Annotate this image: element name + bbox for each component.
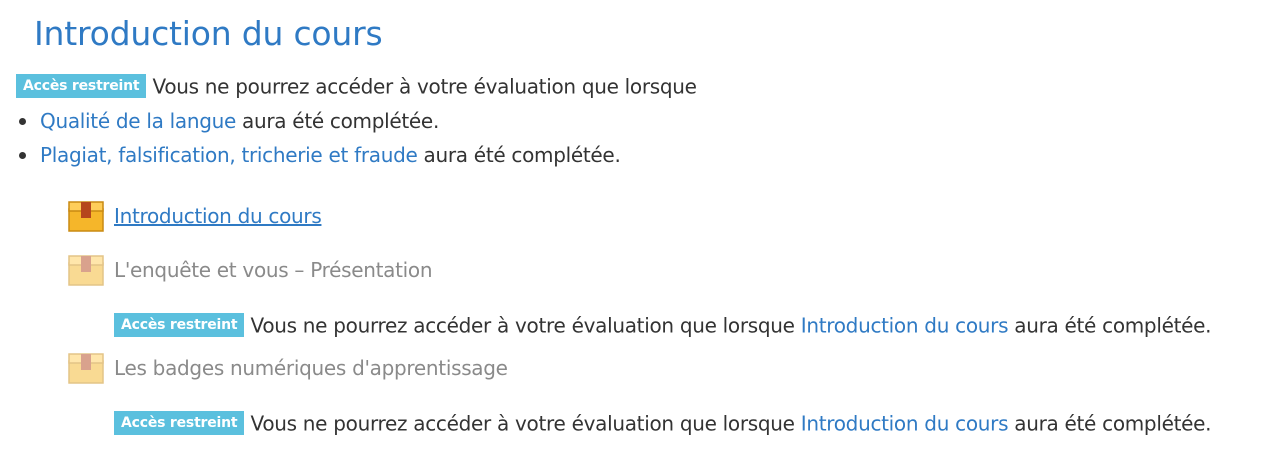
package-icon [68, 353, 104, 384]
activity-enquete-et-vous: L'enquête et vous – Présentation [68, 253, 433, 287]
restricted-access-badge: Accès restreint [114, 410, 245, 435]
condition-suffix: aura été complétée. [235, 109, 439, 133]
condition-suffix: aura été complétée. [417, 143, 621, 167]
restriction-link[interactable]: Introduction du cours [801, 412, 1009, 436]
restriction-text-before: Vous ne pourrez accéder à votre évaluati… [250, 313, 801, 338]
condition-link-plagiat[interactable]: Plagiat, falsification, tricherie et fra… [40, 143, 418, 167]
activity-restriction: Accès restreint Vous ne pourrez accéder … [114, 409, 1212, 437]
package-icon [68, 255, 104, 286]
restriction-condition: Qualité de la langue aura été complétée. [18, 104, 621, 138]
activity-restriction: Accès restreint Vous ne pourrez accéder … [114, 311, 1212, 339]
section-title[interactable]: Introduction du cours [34, 14, 383, 54]
restricted-access-badge: Accès restreint [114, 312, 245, 337]
activity-name: L'enquête et vous – Présentation [114, 258, 433, 282]
restriction-condition: Plagiat, falsification, tricherie et fra… [18, 138, 621, 172]
package-icon [68, 201, 104, 232]
restriction-text-after: aura été complétée. [1008, 411, 1212, 436]
bullet-icon [19, 118, 26, 125]
activity-badges-numeriques: Les badges numériques d'apprentissage [68, 351, 508, 385]
bullet-icon [19, 152, 26, 159]
restriction-conditions: Qualité de la langue aura été complétée.… [18, 104, 621, 172]
restriction-text-before: Vous ne pourrez accéder à votre évaluati… [250, 411, 801, 436]
restricted-access-badge: Accès restreint [16, 73, 147, 98]
activity-link[interactable]: Introduction du cours [114, 204, 322, 228]
restriction-text-after: aura été complétée. [1008, 313, 1212, 338]
section-restriction: Accès restreint Vous ne pourrez accéder … [16, 72, 697, 100]
restriction-link[interactable]: Introduction du cours [801, 314, 1009, 338]
restriction-text: Vous ne pourrez accéder à votre évaluati… [152, 74, 697, 99]
condition-link-qualite-langue[interactable]: Qualité de la langue [40, 109, 236, 133]
activity-introduction-du-cours[interactable]: Introduction du cours [68, 199, 322, 233]
activity-name: Les badges numériques d'apprentissage [114, 356, 508, 380]
